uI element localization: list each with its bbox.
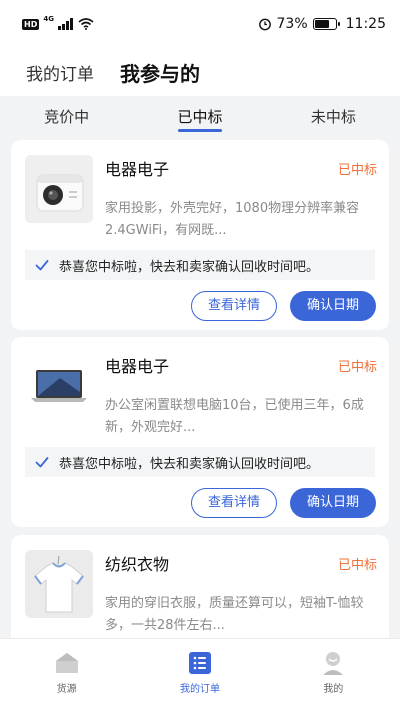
active-tab-indicator <box>177 129 222 132</box>
order-category: 纺织衣物 <box>105 555 170 574</box>
battery-percent: 73% <box>276 16 308 32</box>
signal-icon <box>57 18 73 30</box>
tab-participated[interactable]: 我参与的 <box>120 58 200 87</box>
nav-item-sources[interactable]: 货源 <box>0 639 133 711</box>
status-bar-left: HD 4G <box>22 15 94 30</box>
tab-lost-label: 未中标 <box>310 108 356 126</box>
confirm-date-button[interactable]: 确认日期 <box>290 488 376 518</box>
laptop-image <box>25 352 93 420</box>
alarm-icon <box>258 18 271 31</box>
battery-fill <box>314 20 330 28</box>
nav-item-profile[interactable]: 我的 <box>267 639 400 711</box>
order-card[interactable]: 纺织衣物 已中标 家用的穿旧衣服，质量还算可以，短袖T-恤较多，一共28件左右.… <box>11 535 389 638</box>
tab-bidding-label: 竞价中 <box>44 108 90 126</box>
order-description: 家用投影，外壳完好，1080物理分辨率兼容2.4GWiFi，有网既... <box>105 201 360 238</box>
tab-lost[interactable]: 未中标 <box>267 98 400 136</box>
check-icon <box>35 260 49 271</box>
order-status-badge: 已中标 <box>337 558 377 573</box>
profile-icon <box>323 652 344 675</box>
view-details-button[interactable]: 查看详情 <box>191 291 277 321</box>
wifi-icon <box>78 18 94 30</box>
order-list[interactable]: 电器电子 已中标 家用投影，外壳完好，1080物理分辨率兼容2.4GWiFi，有… <box>0 138 400 638</box>
confirm-date-button[interactable]: 确认日期 <box>290 291 376 321</box>
order-card[interactable]: 电器电子 已中标 家用投影，外壳完好，1080物理分辨率兼容2.4GWiFi，有… <box>11 140 389 330</box>
network-type: 4G <box>43 15 54 23</box>
check-icon <box>35 457 49 468</box>
order-list-icon <box>188 652 211 674</box>
tab-bidding[interactable]: 竞价中 <box>0 98 133 136</box>
nav-label-profile: 我的 <box>323 684 344 695</box>
order-category: 电器电子 <box>105 160 170 179</box>
win-notice-text: 恭喜您中标啦，快去和卖家确认回收时间吧。 <box>59 259 320 275</box>
win-notice: 恭喜您中标啦，快去和卖家确认回收时间吧。 <box>25 447 375 477</box>
bottom-navigation: 货源 我的订单 我的 <box>0 638 400 711</box>
order-category: 电器电子 <box>105 357 170 376</box>
win-notice-text: 恭喜您中标啦，快去和卖家确认回收时间吧。 <box>59 456 320 472</box>
win-notice: 恭喜您中标啦，快去和卖家确认回收时间吧。 <box>25 250 375 280</box>
tab-won[interactable]: 已中标 <box>133 98 266 136</box>
status-bar-right: 73% 11:25 <box>258 16 386 32</box>
tshirt-image <box>25 550 93 618</box>
nav-item-my-orders[interactable]: 我的订单 <box>133 639 266 711</box>
clock: 11:25 <box>345 16 386 32</box>
order-status-badge: 已中标 <box>337 163 377 178</box>
home-icon <box>55 653 78 673</box>
order-card[interactable]: 电器电子 已中标 办公室闲置联想电脑10台，已使用三年，6成新，外观完好... … <box>11 337 389 527</box>
nav-label-my-orders: 我的订单 <box>179 684 220 695</box>
order-description: 办公室闲置联想电脑10台，已使用三年，6成新，外观完好... <box>105 398 364 435</box>
tab-won-label: 已中标 <box>177 108 223 126</box>
view-details-button[interactable]: 查看详情 <box>191 488 277 518</box>
projector-image <box>25 155 93 223</box>
order-description: 家用的穿旧衣服，质量还算可以，短袖T-恤较多，一共28件左右... <box>105 596 364 633</box>
nav-label-sources: 货源 <box>56 684 77 695</box>
hd-badge: HD <box>22 18 40 30</box>
status-filter-tabs: 竞价中 已中标 未中标 <box>0 98 400 136</box>
order-status-badge: 已中标 <box>337 360 377 375</box>
header-tabs: 我的订单 我参与的 <box>0 48 400 96</box>
battery-icon <box>312 18 340 30</box>
status-bar: HD 4G 73% 11:25 <box>0 0 400 48</box>
tab-my-orders[interactable]: 我的订单 <box>26 60 94 85</box>
